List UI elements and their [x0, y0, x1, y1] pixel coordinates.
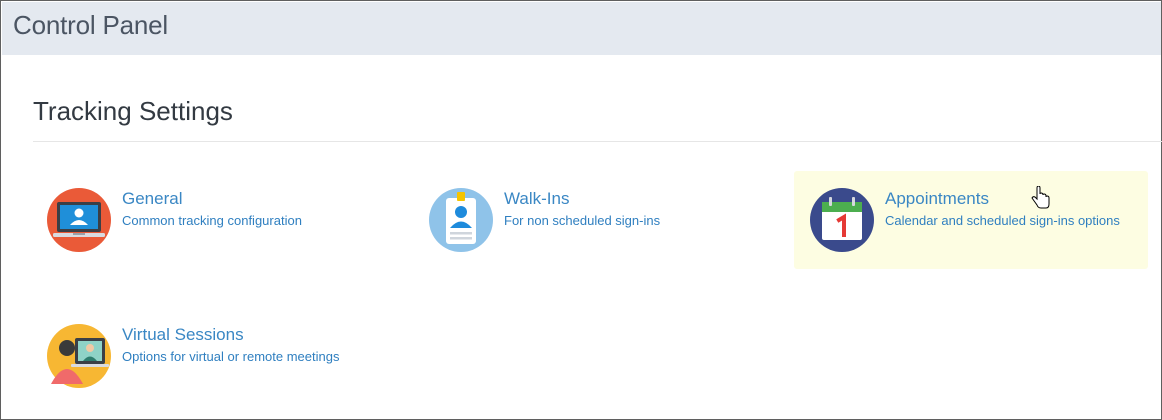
- tile-virtual-sessions-desc: Options for virtual or remote meetings: [122, 349, 340, 364]
- page-title: Control Panel: [13, 10, 168, 40]
- tile-general-desc: Common tracking configuration: [122, 213, 302, 228]
- control-panel-header: Control Panel: [2, 2, 1161, 55]
- monitor-user-icon: [47, 188, 111, 252]
- tile-general[interactable]: General Common tracking configuration: [41, 171, 381, 269]
- tile-general-title[interactable]: General: [122, 189, 182, 209]
- tile-walk-ins[interactable]: Walk-Ins For non scheduled sign-ins: [423, 171, 763, 269]
- tile-virtual-sessions-title[interactable]: Virtual Sessions: [122, 325, 244, 345]
- section-divider: [33, 141, 1162, 142]
- control-panel-window: Control Panel Tracking Settings General …: [0, 0, 1162, 420]
- tile-appointments[interactable]: Appointments Calendar and scheduled sign…: [794, 171, 1148, 269]
- section-title: Tracking Settings: [33, 96, 233, 126]
- video-meeting-icon: [47, 324, 111, 388]
- tile-virtual-sessions[interactable]: Virtual Sessions Options for virtual or …: [41, 307, 381, 405]
- tile-appointments-desc: Calendar and scheduled sign-ins options: [885, 213, 1120, 228]
- badge-user-icon: [429, 188, 493, 252]
- hand-cursor-icon: [1031, 186, 1050, 209]
- calendar-icon: [810, 188, 874, 252]
- tile-walk-ins-desc: For non scheduled sign-ins: [504, 213, 661, 228]
- tile-appointments-title[interactable]: Appointments: [885, 189, 989, 209]
- tile-walk-ins-title[interactable]: Walk-Ins: [504, 189, 570, 209]
